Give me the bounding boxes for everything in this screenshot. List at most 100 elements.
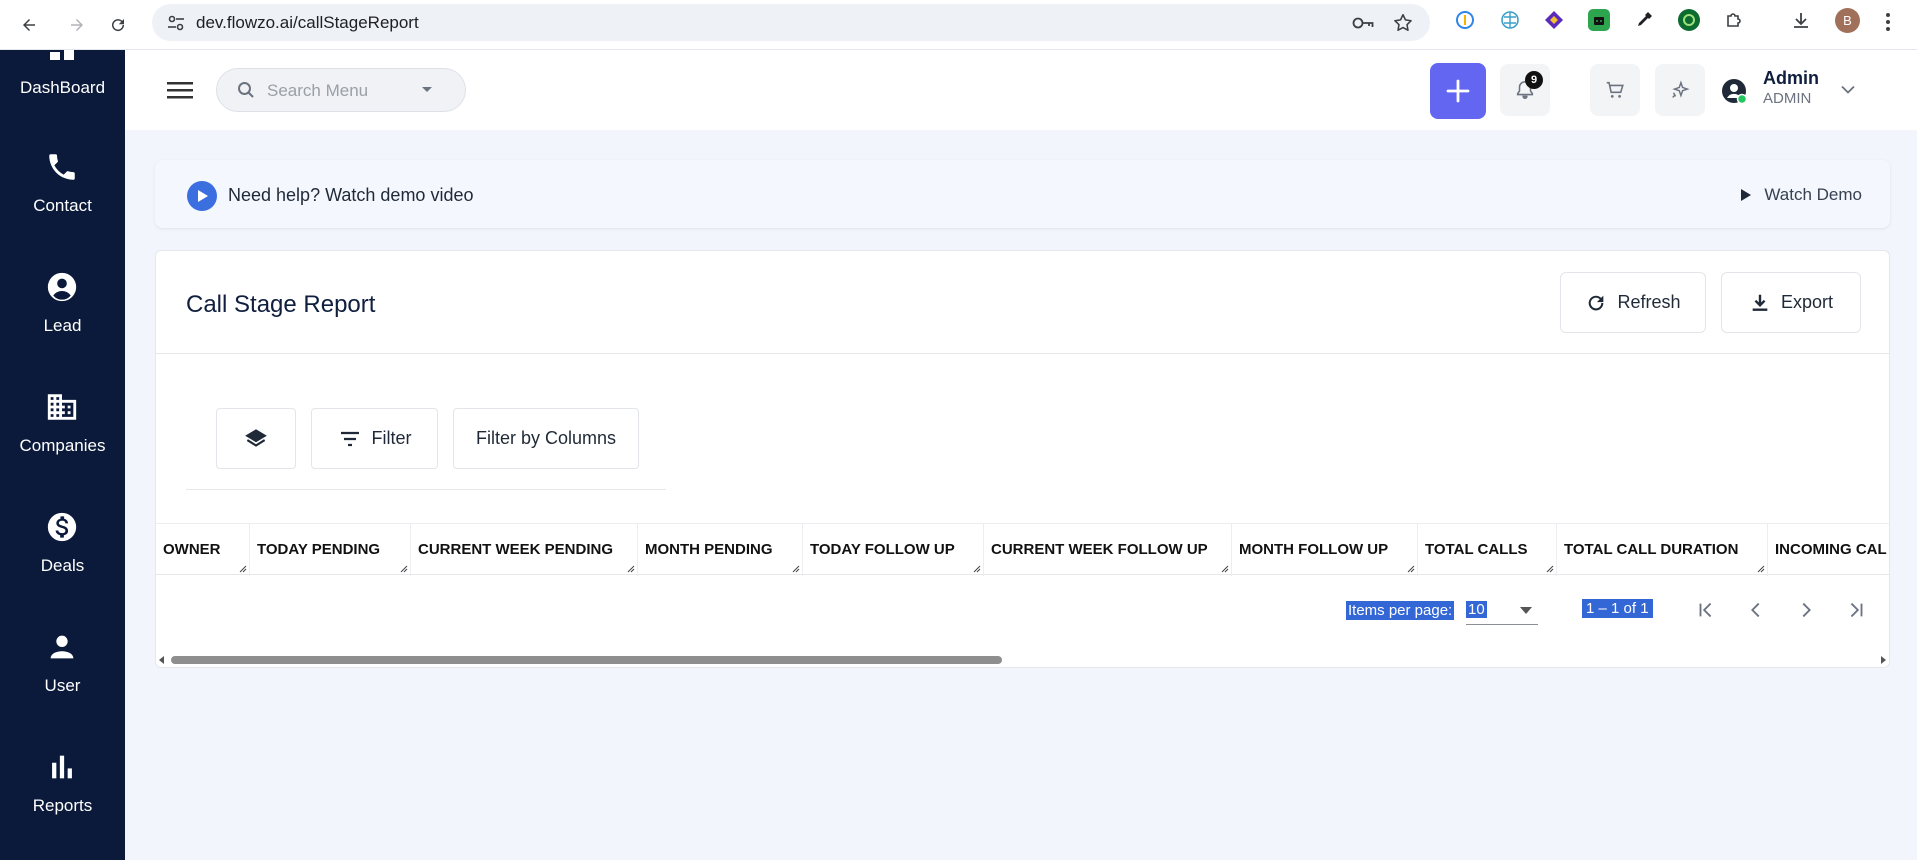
refresh-button[interactable]: Refresh (1560, 272, 1706, 333)
page-range-label: 1 – 1 of 1 (1582, 599, 1653, 618)
building-icon (45, 390, 79, 424)
ai-sparkle-button[interactable] (1655, 64, 1705, 116)
profile-avatar[interactable]: B (1835, 8, 1860, 33)
sidebar-item-label: Contact (33, 196, 92, 215)
play-circle-icon[interactable] (187, 181, 217, 211)
download-icon[interactable] (1790, 9, 1812, 31)
extension-2-icon[interactable] (1499, 9, 1521, 31)
filter-button[interactable]: Filter (311, 408, 438, 469)
column-header-month-pending[interactable]: MONTH PENDING (638, 524, 803, 576)
user-avatar-icon[interactable] (1720, 77, 1748, 105)
cart-button[interactable] (1590, 64, 1640, 116)
resize-handle-icon[interactable] (792, 565, 800, 573)
card-divider (156, 353, 1889, 354)
browser-menu-icon[interactable] (1885, 12, 1891, 32)
add-button[interactable] (1430, 63, 1486, 119)
chevron-down-icon[interactable] (1841, 85, 1855, 94)
filter-icon (340, 431, 359, 446)
column-header-today-follow-up[interactable]: TODAY FOLLOW UP (803, 524, 984, 576)
resize-handle-icon[interactable] (239, 565, 247, 573)
next-page-button[interactable] (1791, 595, 1821, 625)
filter-by-columns-label: Filter by Columns (475, 428, 617, 448)
toolbar-underline (186, 489, 666, 490)
last-page-button[interactable] (1841, 595, 1871, 625)
notifications-button[interactable]: 9 (1500, 64, 1550, 116)
play-icon (1741, 189, 1752, 201)
back-arrow-icon[interactable] (12, 8, 46, 42)
table-header-row: OWNER TODAY PENDING CURRENT WEEK PENDING… (156, 523, 1889, 576)
export-button[interactable]: Export (1721, 272, 1861, 333)
sidebar-item-dashboard[interactable]: DashBoard (0, 50, 125, 142)
last-page-icon (1850, 602, 1863, 618)
page-size-select[interactable]: 10 (1466, 595, 1538, 625)
sidebar: DashBoard Contact Lead Companies Deals U… (0, 50, 125, 860)
site-settings-icon[interactable] (166, 13, 186, 33)
extension-6-icon[interactable] (1678, 9, 1700, 31)
column-header-owner[interactable]: OWNER (156, 524, 250, 576)
layers-icon (245, 428, 267, 447)
sidebar-item-label: DashBoard (19, 78, 106, 97)
sidebar-item-user[interactable]: User (0, 630, 125, 740)
column-header-total-calls[interactable]: TOTAL CALLS (1418, 524, 1557, 576)
address-bar[interactable]: dev.flowzo.ai/callStageReport (152, 4, 1430, 41)
sidebar-item-lead[interactable]: Lead (0, 270, 125, 380)
column-header-total-call-duration[interactable]: TOTAL CALL DURATION (1557, 524, 1768, 576)
scrollbar-thumb[interactable] (171, 656, 1002, 664)
notification-count-badge: 9 (1525, 71, 1543, 89)
cart-icon (1606, 81, 1624, 98)
bookmark-star-icon[interactable] (1392, 12, 1414, 34)
sidebar-item-label: Lead (43, 316, 82, 335)
app-header: Search Menu 9 Admin ADMIN (125, 50, 1917, 130)
sidebar-item-companies[interactable]: Companies (0, 390, 125, 500)
column-header-incoming-calls[interactable]: INCOMING CAL (1768, 524, 1889, 576)
dollar-icon (45, 510, 79, 544)
resize-handle-icon[interactable] (1407, 565, 1415, 573)
column-header-current-week-follow-up[interactable]: CURRENT WEEK FOLLOW UP (984, 524, 1232, 576)
user-name[interactable]: Admin (1763, 68, 1819, 89)
previous-page-button[interactable] (1741, 595, 1771, 625)
first-page-icon (1699, 602, 1712, 618)
resize-handle-icon[interactable] (1757, 565, 1765, 573)
demo-video-banner: Need help? Watch demo video Watch Demo (155, 160, 1890, 228)
scroll-right-arrow-icon[interactable] (1879, 656, 1887, 664)
sidebar-item-contact[interactable]: Contact (0, 150, 125, 260)
resize-handle-icon[interactable] (400, 565, 408, 573)
paginator: Items per page: 10 1 – 1 of 1 (156, 591, 1889, 627)
filter-by-columns-button[interactable]: Filter by Columns (453, 408, 639, 469)
sidebar-item-reports[interactable]: Reports (0, 750, 125, 860)
resize-handle-icon[interactable] (973, 565, 981, 573)
chevron-down-icon (1520, 607, 1532, 614)
search-placeholder: Search Menu (267, 81, 369, 100)
search-icon (238, 82, 254, 98)
resize-handle-icon[interactable] (627, 565, 635, 573)
first-page-button[interactable] (1691, 595, 1721, 625)
eyedropper-icon[interactable] (1633, 9, 1655, 31)
extensions-puzzle-icon[interactable] (1723, 9, 1745, 31)
sparkle-icon (1672, 80, 1690, 98)
search-menu-input[interactable]: Search Menu (216, 68, 466, 112)
extension-3-icon[interactable] (1543, 9, 1565, 31)
watch-demo-button[interactable]: Watch Demo (1740, 184, 1862, 206)
key-icon[interactable] (1352, 13, 1374, 33)
extension-1-icon[interactable] (1454, 9, 1476, 31)
resize-handle-icon[interactable] (1546, 565, 1554, 573)
reload-icon[interactable] (101, 8, 135, 42)
watch-demo-label: Watch Demo (1764, 185, 1862, 204)
download-icon (1752, 294, 1768, 311)
sidebar-item-deals[interactable]: Deals (0, 510, 125, 620)
menu-icon[interactable] (167, 80, 193, 100)
resize-handle-icon[interactable] (1221, 565, 1229, 573)
page-size-value: 10 (1466, 601, 1487, 618)
bar-chart-icon (45, 750, 79, 784)
export-label: Export (1780, 292, 1834, 312)
scroll-left-arrow-icon[interactable] (158, 656, 166, 664)
layers-button[interactable] (216, 408, 296, 469)
column-header-current-week-pending[interactable]: CURRENT WEEK PENDING (411, 524, 638, 576)
forward-arrow-icon[interactable] (60, 8, 94, 42)
account-circle-icon (45, 270, 79, 304)
filter-label: Filter (371, 428, 412, 448)
column-header-today-pending[interactable]: TODAY PENDING (250, 524, 411, 576)
column-header-month-follow-up[interactable]: MONTH FOLLOW UP (1232, 524, 1418, 576)
horizontal-scrollbar[interactable] (156, 653, 1889, 667)
extension-4-icon[interactable] (1588, 9, 1610, 31)
